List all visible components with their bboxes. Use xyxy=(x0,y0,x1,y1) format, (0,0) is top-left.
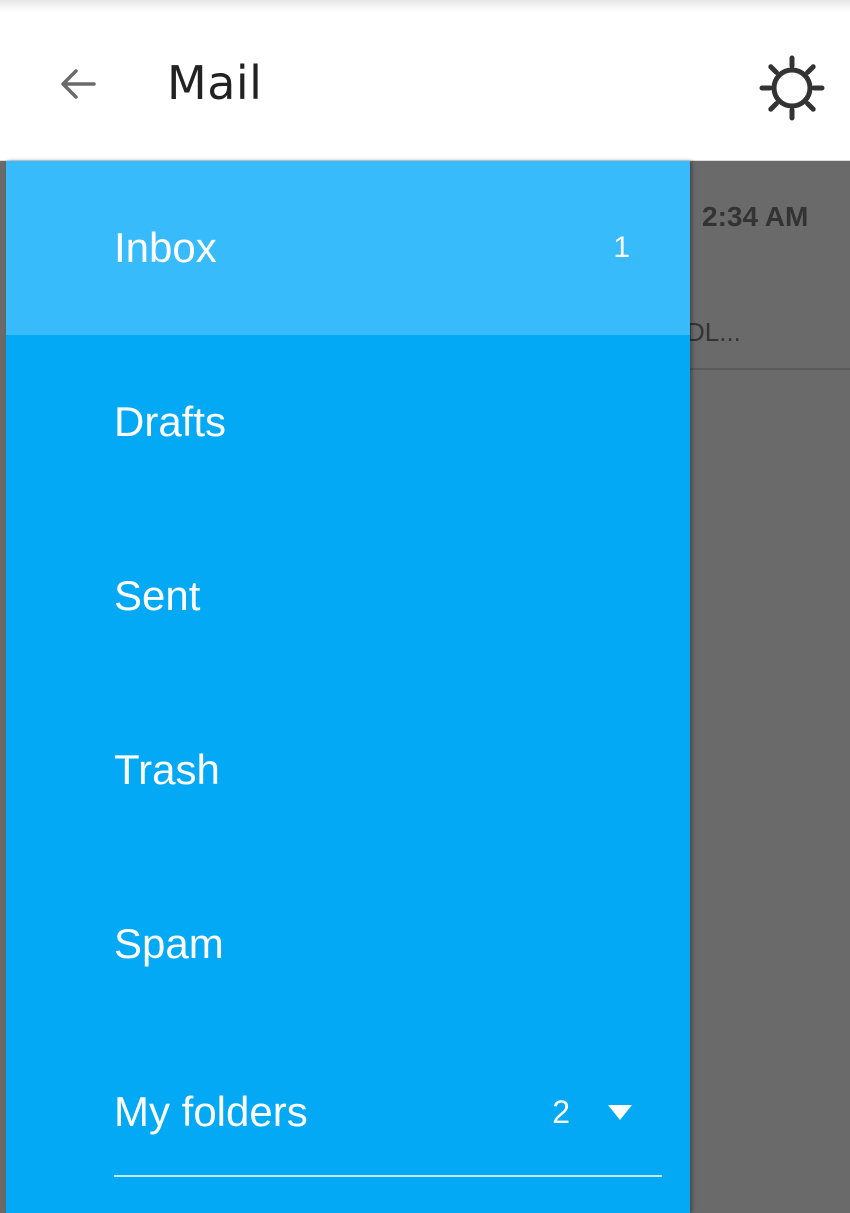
folders-count-badge: 2 xyxy=(552,1093,570,1130)
drawer-item-label: Sent xyxy=(114,572,201,619)
drawer-item-label: Drafts xyxy=(114,398,227,445)
drawer-item-my-folders[interactable]: My folders 2 xyxy=(6,1025,690,1199)
drawer-item-trash[interactable]: Trash xyxy=(6,683,690,857)
status-bar-shadow xyxy=(0,0,850,12)
mail-screen: Mail 2:34 AM DL... Inbox 1 Drafts Sent T… xyxy=(0,0,850,1213)
settings-button[interactable] xyxy=(752,48,832,128)
caret-down-icon[interactable] xyxy=(606,1102,634,1122)
drawer-item-inbox[interactable]: Inbox 1 xyxy=(6,161,690,335)
drawer-item-spam[interactable]: Spam xyxy=(6,857,690,1031)
page-title: Mail xyxy=(167,56,263,110)
arrow-left-icon xyxy=(61,69,96,99)
drawer-item-label: Spam xyxy=(114,920,224,967)
drawer-divider xyxy=(114,1175,662,1177)
navigation-drawer: Inbox 1 Drafts Sent Trash Spam My folder… xyxy=(6,161,690,1213)
mail-snippet: DL... xyxy=(686,317,741,347)
drawer-item-label: My folders xyxy=(114,1088,308,1135)
drawer-item-drafts[interactable]: Drafts xyxy=(6,335,690,509)
caret-down-icon-glyph xyxy=(608,1105,632,1120)
mail-divider xyxy=(690,368,850,370)
drawer-item-label: Trash xyxy=(114,746,220,793)
gear-icon xyxy=(759,55,825,121)
back-button[interactable] xyxy=(46,52,110,116)
app-bar: Mail xyxy=(0,12,850,161)
mail-time: 2:34 AM xyxy=(702,201,809,232)
unread-count-badge: 1 xyxy=(613,231,630,264)
drawer-item-label: Inbox xyxy=(114,224,217,271)
drawer-item-sent[interactable]: Sent xyxy=(6,509,690,683)
